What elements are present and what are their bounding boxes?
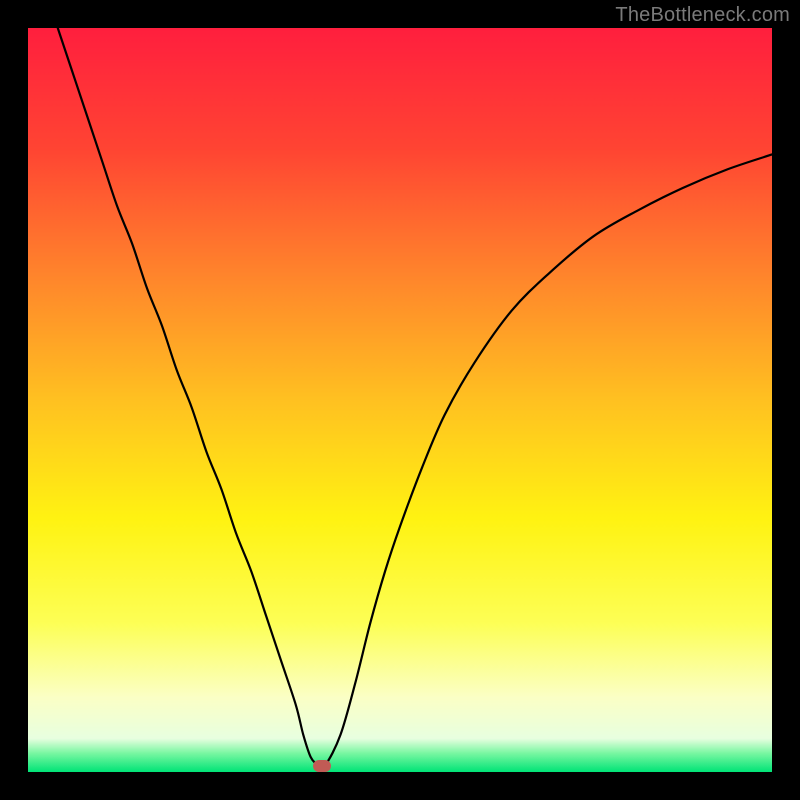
- watermark-text: TheBottleneck.com: [615, 4, 790, 27]
- chart-curve: [28, 28, 772, 772]
- chart-frame: [28, 28, 772, 772]
- optimum-marker: [313, 760, 331, 772]
